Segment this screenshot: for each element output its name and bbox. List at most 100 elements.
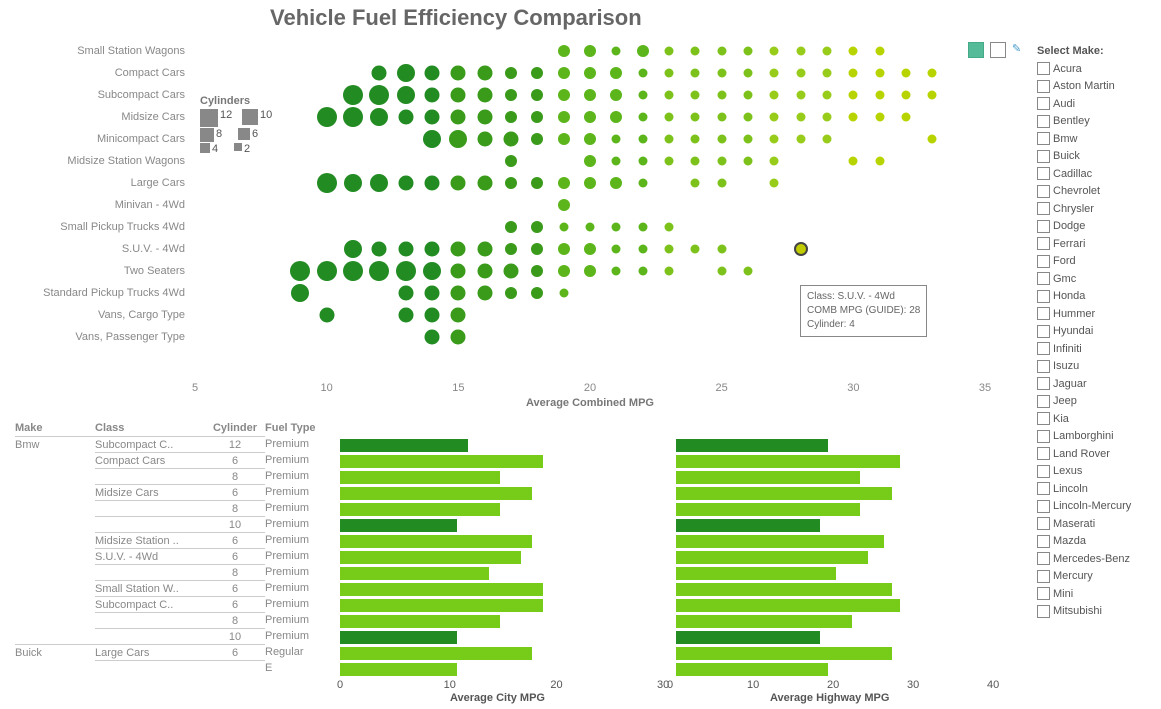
data-point[interactable] <box>584 89 596 101</box>
data-point[interactable] <box>531 243 543 255</box>
data-point[interactable] <box>451 66 466 81</box>
data-point[interactable] <box>691 179 700 188</box>
data-point[interactable] <box>875 47 884 56</box>
data-point[interactable] <box>744 113 753 122</box>
y-category-label[interactable]: Subcompact Cars <box>0 84 190 106</box>
data-point[interactable] <box>505 243 517 255</box>
filter-item[interactable]: Audi <box>1037 95 1157 113</box>
filter-item[interactable]: Acura <box>1037 60 1157 78</box>
data-point[interactable] <box>665 157 674 166</box>
data-point[interactable] <box>744 267 753 276</box>
data-point[interactable] <box>584 133 596 145</box>
data-point[interactable] <box>586 223 595 232</box>
checkbox-icon[interactable] <box>1037 185 1050 198</box>
filter-item[interactable]: Buick <box>1037 148 1157 166</box>
data-point[interactable] <box>425 242 440 257</box>
data-point[interactable] <box>770 91 779 100</box>
data-point[interactable] <box>558 133 570 145</box>
data-point[interactable] <box>796 91 805 100</box>
data-point[interactable] <box>504 132 519 147</box>
data-point[interactable] <box>638 113 647 122</box>
checkbox-icon[interactable] <box>1037 62 1050 75</box>
table-row[interactable]: E <box>15 660 335 676</box>
legend-swatch[interactable] <box>200 143 210 153</box>
data-point[interactable] <box>477 110 492 125</box>
data-point[interactable] <box>691 113 700 122</box>
bar-row[interactable] <box>340 613 1000 629</box>
data-point[interactable] <box>451 242 466 257</box>
legend-swatch[interactable] <box>200 128 214 142</box>
data-point[interactable] <box>505 89 517 101</box>
data-point[interactable] <box>796 113 805 122</box>
data-point[interactable] <box>558 199 570 211</box>
data-point[interactable] <box>372 242 387 257</box>
filter-item[interactable]: Chevrolet <box>1037 183 1157 201</box>
data-point[interactable] <box>610 111 622 123</box>
data-point[interactable] <box>451 176 466 191</box>
table-row[interactable]: 8Premium <box>15 612 335 628</box>
data-point[interactable] <box>531 221 543 233</box>
data-point[interactable] <box>319 308 334 323</box>
bar-row[interactable] <box>340 581 1000 597</box>
data-point[interactable] <box>531 133 543 145</box>
checkbox-icon[interactable] <box>1037 115 1050 128</box>
bar-row[interactable] <box>340 661 1000 677</box>
data-point[interactable] <box>612 157 621 166</box>
filter-item[interactable]: Chrysler <box>1037 200 1157 218</box>
data-point[interactable] <box>398 286 413 301</box>
data-point[interactable] <box>665 47 674 56</box>
filter-item[interactable]: Kia <box>1037 410 1157 428</box>
data-point[interactable] <box>505 111 517 123</box>
data-point[interactable] <box>612 135 621 144</box>
table-row[interactable]: BuickLarge Cars6Regular <box>15 644 335 660</box>
bar-row[interactable] <box>340 645 1000 661</box>
checkbox-icon[interactable] <box>1037 430 1050 443</box>
table-row[interactable]: Midsize Cars6Premium <box>15 484 335 500</box>
data-point[interactable] <box>691 135 700 144</box>
data-point[interactable] <box>343 107 363 127</box>
filter-item[interactable]: Lamborghini <box>1037 428 1157 446</box>
bar-row[interactable] <box>340 597 1000 613</box>
checkbox-icon[interactable] <box>1037 272 1050 285</box>
filter-item[interactable]: Mazda <box>1037 533 1157 551</box>
data-point[interactable] <box>849 113 858 122</box>
checkbox-icon[interactable] <box>1037 587 1050 600</box>
data-point[interactable] <box>397 64 415 82</box>
data-point[interactable] <box>290 261 310 281</box>
data-point[interactable] <box>796 135 805 144</box>
data-point[interactable] <box>398 110 413 125</box>
bar-row[interactable] <box>340 533 1000 549</box>
data-point[interactable] <box>875 157 884 166</box>
checkbox-icon[interactable] <box>1037 97 1050 110</box>
table-row[interactable]: S.U.V. - 4Wd6Premium <box>15 548 335 564</box>
data-point[interactable] <box>612 47 621 56</box>
data-point[interactable] <box>612 245 621 254</box>
data-point[interactable] <box>317 173 337 193</box>
y-category-label[interactable]: Vans, Cargo Type <box>0 304 190 326</box>
data-point[interactable] <box>638 157 647 166</box>
y-category-label[interactable]: Minivan - 4Wd <box>0 194 190 216</box>
bar-row[interactable] <box>340 517 1000 533</box>
data-point[interactable] <box>665 113 674 122</box>
data-point[interactable] <box>902 91 911 100</box>
data-point[interactable] <box>477 66 492 81</box>
filter-item[interactable]: Maserati <box>1037 515 1157 533</box>
table-row[interactable]: Subcompact C..6Premium <box>15 596 335 612</box>
table-row[interactable]: 8Premium <box>15 468 335 484</box>
y-category-label[interactable]: Midsize Station Wagons <box>0 150 190 172</box>
y-category-label[interactable]: Small Station Wagons <box>0 40 190 62</box>
data-point[interactable] <box>451 88 466 103</box>
checkbox-icon[interactable] <box>1037 342 1050 355</box>
data-point[interactable] <box>584 177 596 189</box>
data-point[interactable] <box>717 135 726 144</box>
table-row[interactable]: BmwSubcompact C..12Premium <box>15 436 335 452</box>
data-point[interactable] <box>928 135 937 144</box>
data-point[interactable] <box>397 86 415 104</box>
checkbox-icon[interactable] <box>1037 202 1050 215</box>
col-header-cyl[interactable]: Cylinder <box>205 420 265 436</box>
data-point[interactable] <box>875 113 884 122</box>
checkbox-icon[interactable] <box>1037 482 1050 495</box>
data-point[interactable] <box>770 69 779 78</box>
data-point[interactable] <box>717 267 726 276</box>
data-point[interactable] <box>505 67 517 79</box>
